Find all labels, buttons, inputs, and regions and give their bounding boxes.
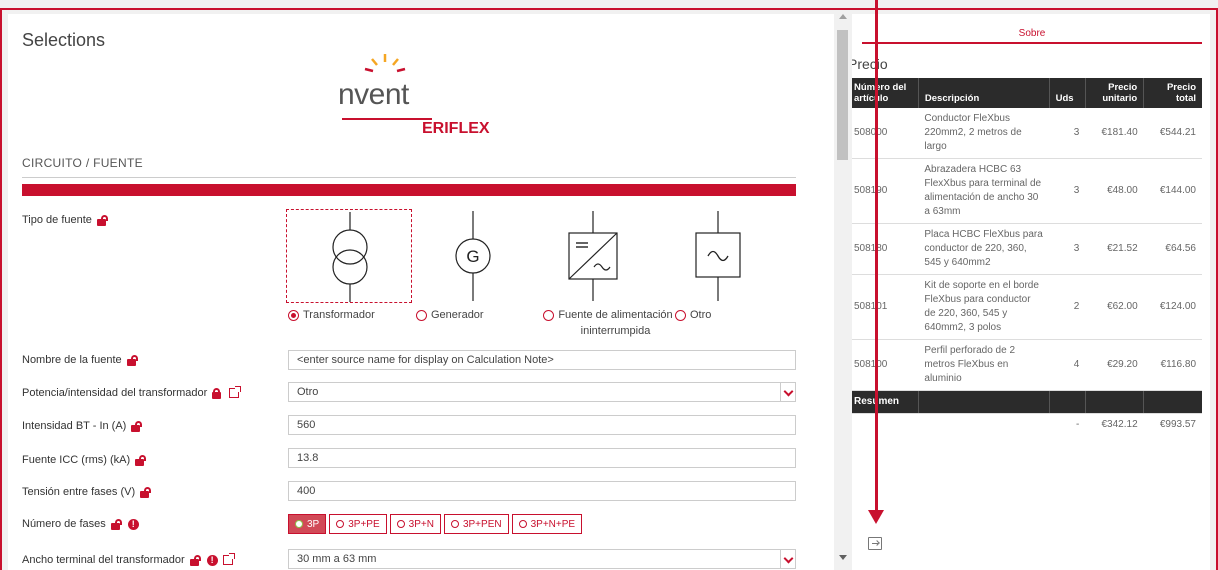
chevron-down-icon[interactable] — [780, 383, 795, 401]
transformer-symbol-option[interactable] — [286, 209, 412, 303]
radio-other[interactable]: Otro — [675, 309, 711, 321]
icc-label: Fuente ICC (rms) (kA) — [22, 454, 147, 466]
lock-icon[interactable] — [212, 387, 224, 399]
phases-selector: 3P 3P+PE 3P+N 3P+PEN 3P+N+PE — [288, 514, 583, 534]
ac-source-symbol-icon — [695, 211, 741, 301]
selections-panel: Selections nvent ERIFLEX CIRCUITO / FUEN… — [8, 14, 834, 570]
table-header-row: Número del artículo Descripción Uds Prec… — [852, 78, 1202, 108]
phase-option-3p-n-pe[interactable]: 3P+N+PE — [511, 514, 583, 534]
source-name-label: Nombre de la fuente — [22, 354, 139, 366]
logo-eriflex-text: ERIFLEX — [422, 120, 490, 137]
unlock-icon[interactable] — [110, 518, 123, 530]
ups-symbol-option[interactable] — [538, 209, 664, 303]
unlock-icon[interactable] — [96, 214, 109, 226]
info-icon[interactable]: ! — [127, 518, 139, 530]
radio-ups[interactable]: Fuente de alimentación ininterrumpida — [543, 309, 673, 339]
scroll-thumb[interactable] — [837, 30, 848, 160]
voltage-label: Tensión entre fases (V) — [22, 486, 152, 498]
price-title: Precio — [852, 56, 888, 72]
current-input[interactable]: 560 — [288, 415, 796, 435]
logo-underline — [342, 118, 432, 120]
col-sku: Número del artículo — [852, 78, 919, 108]
phase-option-3p-pe[interactable]: 3P+PE — [329, 514, 387, 534]
icc-input[interactable]: 13.8 — [288, 448, 796, 468]
terminal-width-label: Ancho terminal del transformador ! — [22, 553, 235, 566]
phase-option-3p-n[interactable]: 3P+N — [389, 514, 441, 534]
col-qty: Uds — [1049, 78, 1086, 108]
quote-sidebar: Sobre Precio Número del artículo Descrip… — [852, 14, 1210, 570]
logo-nvent-text: nvent — [338, 78, 409, 111]
table-row: 508190 Abrazadera HCBC 63 FlexXbus para … — [852, 158, 1202, 224]
radio-generator[interactable]: Generador — [416, 309, 484, 321]
phases-label: Número de fases ! — [22, 518, 139, 530]
radio-dot[interactable] — [543, 310, 554, 321]
logo-rays-icon — [364, 54, 406, 73]
source-type-label: Tipo de fuente — [22, 214, 109, 226]
ups-symbol-icon — [568, 211, 618, 301]
unlock-icon[interactable] — [126, 354, 139, 366]
phase-option-3p[interactable]: 3P — [288, 514, 327, 534]
unlock-icon[interactable] — [140, 486, 152, 498]
unlock-icon[interactable] — [131, 420, 143, 432]
frame-left-border — [0, 8, 2, 570]
tab-underline — [862, 42, 1202, 44]
generator-symbol-icon: G — [455, 211, 491, 301]
transformer-power-select[interactable]: Otro — [288, 382, 796, 402]
radio-dot[interactable] — [288, 310, 299, 321]
nvent-eriflex-logo: nvent ERIFLEX — [338, 52, 508, 142]
radio-dot[interactable] — [675, 310, 686, 321]
transformer-symbol-icon — [332, 212, 368, 302]
table-row: 508100 Perfil perforado de 2 metros FleX… — [852, 339, 1202, 391]
table-row: 508101 Kit de soporte en el borde FleXbu… — [852, 274, 1202, 340]
current-label: Intensidad BT - In (A) — [22, 420, 143, 432]
unlock-icon[interactable] — [189, 554, 202, 566]
terminal-width-select[interactable]: 30 mm a 63 mm — [288, 549, 796, 569]
voltage-input[interactable]: 400 — [288, 481, 796, 501]
unlock-icon[interactable] — [135, 454, 147, 466]
col-unit-price: Precio unitario — [1085, 78, 1145, 108]
section-banner — [22, 184, 796, 196]
panel-title: Selections — [22, 30, 106, 50]
summary-header-row: Resumen — [852, 390, 1202, 414]
table-row: 508000 Conductor FleXbus 220mm2, 2 metro… — [852, 108, 1202, 159]
price-table: Número del artículo Descripción Uds Prec… — [852, 78, 1202, 436]
radio-transformer[interactable]: Transformador — [288, 309, 375, 321]
radio-dot[interactable] — [416, 310, 427, 321]
phase-option-3p-pen[interactable]: 3P+PEN — [443, 514, 509, 534]
table-row: 508180 Placa HCBC FleXbus para conductor… — [852, 223, 1202, 275]
svg-text:G: G — [466, 247, 479, 266]
scroll-up-icon[interactable] — [839, 14, 847, 19]
scrollbar[interactable] — [834, 14, 851, 570]
external-link-icon[interactable] — [229, 386, 242, 398]
chevron-down-icon[interactable] — [780, 550, 795, 568]
col-description: Descripción — [918, 78, 1050, 108]
annotation-arrow-line — [875, 0, 878, 512]
external-link-icon[interactable] — [222, 553, 235, 565]
info-icon[interactable]: ! — [206, 554, 218, 566]
annotation-arrow-head-icon — [868, 510, 884, 524]
tab-sobre[interactable]: Sobre — [862, 28, 1202, 39]
collapse-panel-icon[interactable] — [868, 537, 882, 550]
ac-source-symbol-option[interactable] — [668, 209, 794, 303]
col-total-price: Precio total — [1143, 78, 1202, 108]
scroll-down-icon[interactable] — [839, 555, 847, 560]
summary-row: - €342.12 €993.57 — [1075, 419, 1196, 430]
transformer-power-label: Potencia/intensidad del transformador — [22, 386, 242, 399]
section-title: CIRCUITO / FUENTE — [22, 156, 143, 170]
generator-symbol-option[interactable]: G — [418, 209, 544, 303]
section-divider — [22, 177, 796, 178]
source-name-input[interactable]: <enter source name for display on Calcul… — [288, 350, 796, 370]
